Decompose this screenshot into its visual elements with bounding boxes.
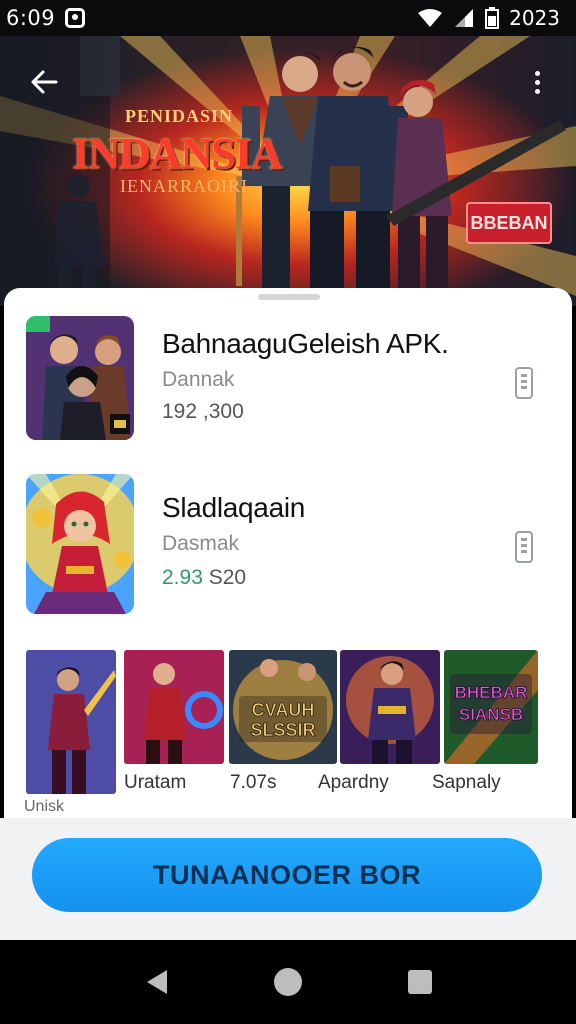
game-cover-squad-icon (26, 316, 134, 440)
hero-tagline: IENARRAOIRI (120, 176, 248, 196)
more-dots-icon (534, 70, 540, 76)
screenshot-hero-icon (26, 650, 116, 794)
app-stats: 192 ,300 (162, 400, 244, 424)
hero-title: INDANSIA (72, 129, 283, 178)
phone-download-icon (515, 367, 533, 399)
screenshot-caption: 7.07s (230, 772, 277, 793)
screenshot-overlay-line2: SLSSIR (250, 720, 315, 740)
back-button[interactable] (24, 62, 64, 102)
screenshot-overlay-line1: CVAUH (252, 700, 315, 720)
screenshot-thumb[interactable] (340, 650, 440, 764)
nav-home-icon (274, 968, 302, 996)
download-button[interactable] (510, 528, 538, 568)
download-button[interactable] (510, 364, 538, 404)
more-options-button[interactable] (522, 62, 552, 102)
screenshot-title-card-icon: CVAUH SLSSIR (229, 650, 337, 764)
app-list-sheet: BahnaaguGeleish APK. Dannak 192 ,300 Sla… (4, 288, 572, 818)
nav-recents-icon (408, 970, 432, 994)
system-nav-bar (0, 940, 576, 1024)
screenshot-overlay-line2: SIANSB (459, 705, 523, 724)
app-stat-primary: 192 (162, 400, 198, 423)
screenshot-promo-card-icon: BHEBAR SIANSB (444, 650, 538, 764)
nav-home-button[interactable] (268, 962, 308, 1002)
screenshot-thumb[interactable] (124, 650, 224, 764)
status-bar: 6:09 2023 (0, 0, 576, 36)
app-stat-secondary: ,300 (202, 400, 244, 423)
hero-badge: BBEBAN (466, 202, 552, 244)
list-item[interactable]: BahnaaguGeleish APK. Dannak 192 ,300 (4, 310, 572, 450)
screenshot-caption: Unisk (24, 798, 65, 815)
back-arrow-icon (31, 70, 58, 94)
screenshot-thumb[interactable]: CVAUH SLSSIR (229, 650, 337, 764)
notification-icon (65, 8, 86, 28)
primary-cta-button[interactable]: TUNAANOOER BOR (32, 838, 542, 912)
list-item[interactable]: Sladlaqaain Dasmak 2.93 S20 (4, 466, 572, 614)
nav-back-icon (147, 970, 167, 994)
app-developer: Dannak (162, 368, 235, 391)
hero-subtitle: PENIDASIN (125, 106, 234, 126)
screenshot-thumb[interactable] (26, 650, 116, 794)
game-cover-heroine-icon (26, 474, 134, 614)
app-developer: Dasmak (162, 532, 240, 555)
screenshot-caption: Uratam (124, 772, 187, 793)
screenshot-carousel[interactable]: CVAUH SLSSIR BHEBAR SIANSB Uratam 7.07s … (4, 648, 572, 818)
screenshot-overlay-line1: BHEBAR (455, 683, 528, 702)
nav-recents-button[interactable] (400, 962, 440, 1002)
screenshot-caption: Sapnaly (432, 772, 501, 793)
status-time: 6:09 (6, 6, 56, 30)
app-name: BahnaaguGeleish APK. (162, 328, 449, 359)
cta-footer: TUNAANOOER BOR (0, 818, 576, 940)
status-clock: 2023 (509, 6, 560, 30)
screenshot-warrior-icon (340, 650, 440, 764)
phone-download-icon (515, 531, 533, 563)
hero-banner: PENIDASIN INDANSIA IENARRAOIRI BBEBAN (0, 36, 576, 306)
app-name: Sladlaqaain (162, 492, 306, 523)
signal-icon (455, 9, 474, 27)
app-stat-primary: 2.93 (162, 566, 203, 589)
app-stats: 2.93 S20 (162, 566, 246, 590)
screenshot-caption: Apardny (318, 772, 389, 793)
drag-handle[interactable] (258, 294, 320, 300)
app-thumbnail (26, 474, 134, 614)
app-stat-secondary: S20 (208, 566, 247, 589)
battery-icon (485, 7, 500, 29)
nav-back-button[interactable] (136, 962, 176, 1002)
screenshot-thumb[interactable]: BHEBAR SIANSB (444, 650, 538, 764)
screenshot-fighter-icon (124, 650, 224, 764)
app-thumbnail (26, 316, 134, 440)
wifi-icon (418, 9, 443, 27)
